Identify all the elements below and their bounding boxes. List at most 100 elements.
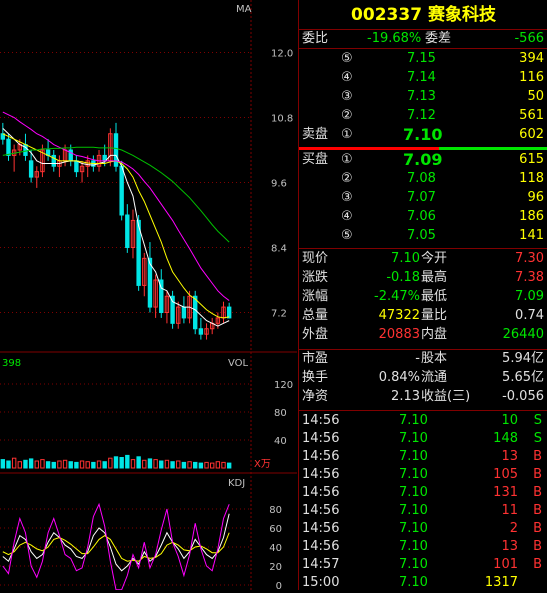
stat-value: 26440 [502, 327, 544, 342]
fin-value: 5.65亿 [502, 370, 544, 385]
volume-bar [159, 460, 164, 469]
kdj-k-line [2, 513, 230, 572]
bid-row: ④ 7.06 186 [299, 208, 547, 226]
stat-label: 今开 [421, 251, 448, 266]
tick-time: 14:56 [302, 413, 340, 428]
volume-bar [74, 461, 79, 469]
volume-bar [34, 460, 39, 469]
tick-vol: 148 [493, 431, 518, 446]
tick-time: 14:56 [302, 521, 340, 536]
bid-price: 7.08 [407, 171, 436, 186]
stock-code: 002337 [351, 5, 423, 25]
tick-row: 14:56 7.10 131 B [299, 484, 547, 502]
tick-vol: 101 [493, 557, 518, 572]
ask-price: 7.12 [407, 108, 436, 123]
volume-bar [62, 459, 68, 469]
ask-row: ⑤ 7.15 394 [299, 50, 547, 68]
weibi-value: -19.68% [367, 31, 422, 46]
stat-row: 总量 47322 量比 0.74 [299, 307, 547, 325]
tick-vol: 105 [493, 467, 518, 482]
volume-bar [153, 459, 158, 469]
price-tick-label: 10.8 [271, 114, 293, 125]
ask-row: ④ 7.14 116 [299, 69, 547, 87]
tick-time: 14:57 [302, 557, 340, 572]
tick-price: 7.10 [399, 557, 428, 572]
bid-vol: 118 [519, 171, 544, 186]
kline-chart-panel[interactable]: 12.0 10.8 9.6 8.4 7.2 120 80 40 80 60 40 20 0 MA 398… [0, 0, 297, 592]
bid-row: ② 7.08 118 [299, 170, 547, 188]
volume-bar [96, 460, 102, 469]
tick-side: B [533, 449, 542, 464]
volume-bar [193, 461, 198, 469]
tick-vol: 2 [509, 521, 518, 536]
bid-vol: 141 [519, 228, 544, 243]
kdj-tick-label: 20 [269, 562, 282, 573]
tick-price: 7.10 [399, 485, 428, 500]
tick-price: 7.10 [399, 539, 428, 554]
fin-value: 2.13 [391, 389, 420, 404]
volume-bar [226, 462, 232, 469]
stat-label: 涨幅 [302, 289, 329, 304]
stat-label: 最低 [421, 289, 448, 304]
stat-value: -2.47% [374, 289, 420, 304]
tick-side: B [533, 467, 542, 482]
volume-bar [215, 461, 221, 469]
volume-bar [170, 461, 175, 469]
stat-row: 外盘 20883 内盘 26440 [299, 326, 547, 344]
ask-vol: 602 [519, 127, 544, 142]
weicha-value: -566 [514, 31, 544, 46]
tick-price: 7.10 [399, 449, 428, 464]
tick-price: 7.10 [399, 521, 428, 536]
tick-vol: 131 [493, 485, 518, 500]
volume-bar [102, 461, 107, 469]
tick-price: 7.10 [399, 503, 428, 518]
bid-price: 7.07 [407, 190, 436, 205]
bid-level: ④ [341, 209, 353, 224]
stat-label: 涨跌 [302, 270, 329, 285]
volume-bar [91, 461, 96, 469]
fin-label: 市盈 [302, 351, 329, 366]
stat-value: 7.10 [391, 251, 420, 266]
price-tick-label: 12.0 [271, 49, 293, 60]
bid-price: 7.05 [407, 228, 436, 243]
stat-value: 20883 [378, 327, 420, 342]
vol-value: 398 [2, 358, 21, 369]
volume-bar [57, 460, 62, 469]
ask-price: 7.14 [407, 70, 436, 85]
kline-chart-svg[interactable]: 12.0 10.8 9.6 8.4 7.2 120 80 40 80 60 40 20 0 MA 398… [0, 0, 297, 592]
fin-label: 净资 [302, 389, 329, 404]
price-tick-label: 9.6 [271, 179, 287, 190]
tick-time: 14:56 [302, 503, 340, 518]
candle-body [125, 214, 130, 248]
stat-row: 涨幅 -2.47% 最低 7.09 [299, 288, 547, 306]
volume-bar [23, 459, 28, 469]
kdj-tick-label: 0 [276, 581, 282, 590]
volume-bar [176, 460, 181, 469]
bid-row: ⑤ 7.05 141 [299, 227, 547, 245]
tick-row: 14:56 7.10 11 B [299, 502, 547, 520]
kdj-tick-label: 60 [269, 524, 282, 535]
weicha-label: 委差 [425, 31, 452, 46]
fin-value: - [415, 351, 420, 366]
tick-time: 14:56 [302, 467, 340, 482]
ask-price: 7.10 [403, 125, 443, 144]
tick-side: B [533, 557, 542, 572]
volume-bar [40, 459, 45, 469]
volume-bar [187, 461, 192, 469]
stat-label: 现价 [302, 251, 329, 266]
tick-time: 15:00 [302, 575, 340, 590]
stat-value: -0.18 [386, 270, 420, 285]
candle-body [198, 328, 204, 335]
vol-unit: X万 [254, 459, 271, 470]
tick-time: 14:56 [302, 431, 340, 446]
bid-row: ③ 7.07 96 [299, 189, 547, 207]
volume-bar [0, 459, 6, 469]
weibi-label: 委比 [302, 31, 329, 46]
stat-label: 总量 [302, 308, 329, 323]
ask-level: ② [341, 108, 353, 123]
tick-row: 14:56 7.10 13 B [299, 538, 547, 556]
tick-side: S [533, 431, 542, 446]
vol-label: VOL [228, 358, 249, 369]
volume-bar [108, 457, 113, 469]
fin-label: 收益(三) [421, 389, 471, 404]
